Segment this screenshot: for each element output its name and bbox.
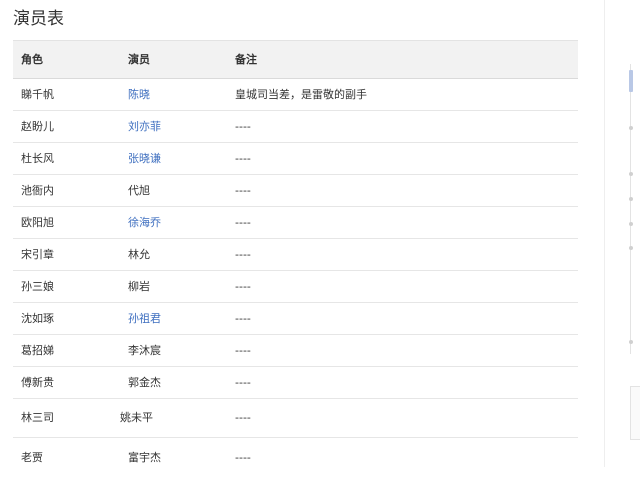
table-row: 葛招娣 李沐宸 ---- [13, 335, 578, 367]
table-row: 沈如琢 孙祖君 ---- [13, 303, 578, 335]
scroll-thumb[interactable] [629, 70, 633, 92]
actor-link[interactable]: 刘亦菲 [128, 111, 161, 142]
side-widget [630, 386, 640, 440]
actor-text: 姚未平 [120, 411, 153, 424]
nav-dot[interactable] [629, 340, 633, 344]
table-row: 孙三娘 柳岩 ---- [13, 271, 578, 303]
role-cell: 傅新贵 [21, 376, 54, 389]
nav-dot[interactable] [629, 222, 633, 226]
note-cell: ---- [235, 216, 251, 229]
header-actor: 演员 [128, 53, 150, 66]
role-cell: 杜长风 [21, 152, 54, 165]
table-row: 池衙内 代旭 ---- [13, 175, 578, 207]
actor-text: 柳岩 [128, 280, 150, 293]
actor-text: 代旭 [128, 184, 150, 197]
table-row: 老贾 富宇杰 ---- [13, 438, 578, 464]
role-cell: 赵盼儿 [21, 120, 54, 133]
note-cell: ---- [235, 280, 251, 293]
cast-table: 角色 演员 备注 睇千帆 陈晓 皇城司当差，是雷敬的副手 赵盼儿 刘亦菲 ---… [13, 40, 578, 464]
actor-link[interactable]: 张晓谦 [128, 143, 161, 174]
header-role: 角色 [21, 53, 43, 66]
note-cell: ---- [235, 376, 251, 389]
table-row: 杜长风 张晓谦 ---- [13, 143, 578, 175]
role-cell: 宋引章 [21, 248, 54, 261]
scroll-track[interactable] [630, 64, 635, 354]
role-cell: 林三司 [21, 411, 54, 424]
table-row: 傅新贵 郭金杰 ---- [13, 367, 578, 399]
role-cell: 池衙内 [21, 184, 54, 197]
table-header: 角色 演员 备注 [13, 40, 578, 79]
page-title: 演员表 [13, 9, 64, 29]
role-cell: 沈如琢 [21, 312, 54, 325]
note-cell: ---- [235, 120, 251, 133]
role-cell: 孙三娘 [21, 280, 54, 293]
header-note: 备注 [235, 53, 257, 66]
role-cell: 睇千帆 [21, 88, 54, 101]
table-row: 赵盼儿 刘亦菲 ---- [13, 111, 578, 143]
actor-text: 富宇杰 [128, 451, 161, 464]
nav-dot[interactable] [629, 246, 633, 250]
actor-text: 李沐宸 [128, 344, 161, 357]
note-cell: ---- [235, 184, 251, 197]
actor-link[interactable]: 孙祖君 [128, 303, 161, 334]
actor-text: 林允 [128, 248, 150, 261]
note-cell: ---- [235, 152, 251, 165]
note-cell: ---- [235, 344, 251, 357]
note-cell: 皇城司当差，是雷敬的副手 [235, 88, 367, 101]
table-row: 欧阳旭 徐海乔 ---- [13, 207, 578, 239]
nav-dot[interactable] [629, 172, 633, 176]
role-cell: 欧阳旭 [21, 216, 54, 229]
note-cell: ---- [235, 411, 251, 424]
table-row: 宋引章 林允 ---- [13, 239, 578, 271]
actor-text: 郭金杰 [128, 376, 161, 389]
note-cell: ---- [235, 312, 251, 325]
actor-link[interactable]: 徐海乔 [128, 207, 161, 238]
table-row: 林三司 姚未平 ---- [13, 399, 578, 438]
table-row: 睇千帆 陈晓 皇城司当差，是雷敬的副手 [13, 79, 578, 111]
note-cell: ---- [235, 248, 251, 261]
nav-dot[interactable] [629, 126, 633, 130]
role-cell: 葛招娣 [21, 344, 54, 357]
actor-link[interactable]: 陈晓 [128, 79, 150, 110]
nav-dot[interactable] [629, 197, 633, 201]
role-cell: 老贾 [21, 451, 43, 464]
note-cell: ---- [235, 451, 251, 464]
